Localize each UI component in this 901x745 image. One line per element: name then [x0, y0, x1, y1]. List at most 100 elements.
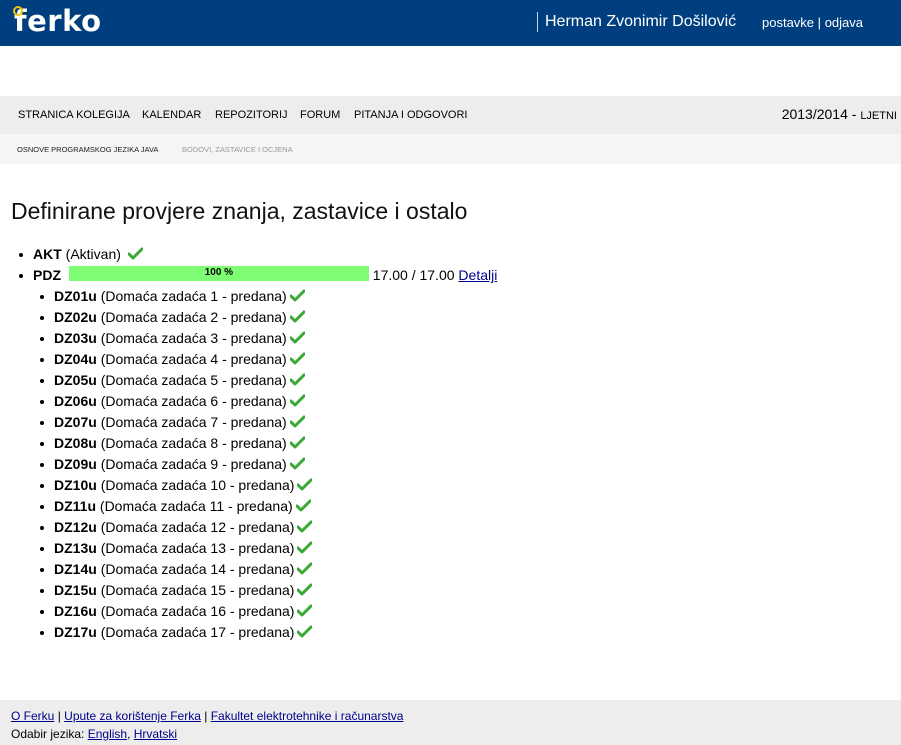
- check-icon: [127, 247, 143, 260]
- homework-item: DZ14u (Domaća zadaća 14 - predana): [40, 559, 313, 580]
- check-icon: [297, 604, 313, 617]
- homework-item: DZ10u (Domaća zadaća 10 - predana): [40, 475, 313, 496]
- nav-item-forum[interactable]: FORUM: [300, 109, 340, 122]
- user-name: Herman Zvonimir Došilović: [537, 12, 736, 32]
- footer: O Ferku | Upute za korištenje Ferka | Fa…: [0, 700, 901, 745]
- bullet-icon: [40, 295, 44, 299]
- homework-desc: (Domaća zadaća 15 - predana): [100, 582, 295, 598]
- homework-code: DZ15u: [54, 582, 97, 598]
- bullet-icon: [40, 379, 44, 383]
- progress-label: 100 %: [204, 267, 234, 278]
- breadcrumb: OSNOVE PROGRAMSKOG JEZIKA JAVA BODOVI, Z…: [0, 134, 901, 164]
- page-title: Definirane provjere znanja, zastavice i …: [11, 198, 468, 224]
- check-icon: [297, 520, 313, 533]
- homework-desc: (Domaća zadaća 9 - predana): [100, 456, 287, 472]
- item-desc: (Aktivan): [65, 246, 121, 262]
- nav-item-qa[interactable]: PITANJA I ODGOVORI: [354, 109, 467, 122]
- bullet-icon: [40, 547, 44, 551]
- bullet-icon: [40, 400, 44, 404]
- bullet-icon: [40, 421, 44, 425]
- homework-code: DZ09u: [54, 456, 97, 472]
- homework-desc: (Domaća zadaća 2 - predana): [100, 309, 287, 325]
- footer-separator: |: [57, 709, 61, 723]
- logout-link[interactable]: odjava: [825, 15, 863, 30]
- homework-code: DZ12u: [54, 519, 97, 535]
- check-icon: [289, 457, 305, 470]
- bullet-icon: [40, 484, 44, 488]
- nav-item-calendar[interactable]: KALENDAR: [142, 109, 201, 122]
- bullet-icon: [40, 316, 44, 320]
- homework-item: DZ12u (Domaća zadaća 12 - predana): [40, 517, 313, 538]
- check-icon: [289, 352, 305, 365]
- pdz-score: 17.00 / 17.00: [372, 267, 455, 283]
- breadcrumb-current: BODOVI, ZASTAVICE I OCJENA: [182, 145, 293, 154]
- homework-code: DZ13u: [54, 540, 97, 556]
- homework-desc: (Domaća zadaća 11 - predana): [99, 498, 293, 514]
- check-icon: [289, 310, 305, 323]
- homework-desc: (Domaća zadaća 5 - predana): [100, 372, 287, 388]
- header-links: postavke | odjava: [762, 15, 863, 31]
- item-code: AKT: [33, 246, 62, 262]
- footer-links: O Ferku | Upute za korištenje Ferka | Fa…: [11, 709, 403, 724]
- check-icon: [297, 478, 313, 491]
- homework-desc: (Domaća zadaća 1 - predana): [100, 288, 287, 304]
- bullet-icon: [19, 274, 23, 278]
- check-icon: [289, 373, 305, 386]
- language-english-link[interactable]: English: [88, 727, 127, 741]
- language-croatian-link[interactable]: Hrvatski: [134, 727, 177, 741]
- bullet-icon: [40, 526, 44, 530]
- homework-desc: (Domaća zadaća 17 - predana): [100, 624, 295, 640]
- homework-item: DZ02u (Domaća zadaća 2 - predana): [40, 307, 305, 328]
- homework-code: DZ01u: [54, 288, 97, 304]
- homework-code: DZ04u: [54, 351, 97, 367]
- term-year: 2013/2014 -: [781, 106, 857, 122]
- bullet-icon: [40, 463, 44, 467]
- footer-link-about[interactable]: O Ferku: [11, 709, 54, 723]
- details-link[interactable]: Detalji: [458, 267, 497, 283]
- settings-link[interactable]: postavke: [762, 15, 814, 30]
- homework-code: DZ06u: [54, 393, 97, 409]
- homework-item: DZ11u (Domaća zadaća 11 - predana): [40, 496, 311, 517]
- homework-item: DZ17u (Domaća zadaća 17 - predana): [40, 622, 313, 643]
- homework-item: DZ09u (Domaća zadaća 9 - predana): [40, 454, 305, 475]
- homework-item: DZ08u (Domaća zadaća 8 - predana): [40, 433, 305, 454]
- homework-code: DZ03u: [54, 330, 97, 346]
- logo-dot-icon: [13, 6, 23, 16]
- homework-desc: (Domaća zadaća 13 - predana): [100, 540, 295, 556]
- bullet-icon: [40, 568, 44, 572]
- nav-item-repository[interactable]: REPOZITORIJ: [215, 109, 288, 122]
- homework-item: DZ03u (Domaća zadaća 3 - predana): [40, 328, 305, 349]
- term-semester: LJETNI: [860, 110, 897, 122]
- footer-link-faculty[interactable]: Fakultet elektrotehnike i računarstva: [211, 709, 404, 723]
- footer-separator: |: [204, 709, 208, 723]
- homework-code: DZ05u: [54, 372, 97, 388]
- homework-desc: (Domaća zadaća 7 - predana): [100, 414, 287, 430]
- homework-code: DZ16u: [54, 603, 97, 619]
- ferko-logo[interactable]: ferko: [13, 3, 102, 39]
- homework-item: DZ04u (Domaća zadaća 4 - predana): [40, 349, 305, 370]
- homework-code: DZ07u: [54, 414, 97, 430]
- bullet-icon: [40, 358, 44, 362]
- check-icon: [297, 541, 313, 554]
- top-header: ferko Herman Zvonimir Došilović postavke…: [0, 0, 901, 46]
- check-icon: [297, 625, 313, 638]
- item-code: PDZ: [33, 267, 61, 283]
- check-icon: [289, 394, 305, 407]
- nav-item-course-page[interactable]: STRANICA KOLEGIJA: [18, 109, 130, 122]
- breadcrumb-course[interactable]: OSNOVE PROGRAMSKOG JEZIKA JAVA: [17, 145, 158, 154]
- bullet-icon: [40, 505, 44, 509]
- homework-item: DZ07u (Domaća zadaća 7 - predana): [40, 412, 305, 433]
- homework-code: DZ10u: [54, 477, 97, 493]
- check-icon: [295, 499, 311, 512]
- homework-code: DZ14u: [54, 561, 97, 577]
- homework-item: DZ16u (Domaća zadaća 16 - predana): [40, 601, 313, 622]
- homework-item: DZ01u (Domaća zadaća 1 - predana): [40, 286, 305, 307]
- footer-link-instructions[interactable]: Upute za korištenje Ferka: [64, 709, 201, 723]
- progress-bar: 100 %: [68, 266, 369, 281]
- language-label: Odabir jezika:: [11, 727, 85, 741]
- bullet-icon: [40, 442, 44, 446]
- homework-desc: (Domaća zadaća 4 - predana): [100, 351, 287, 367]
- language-separator: ,: [127, 727, 131, 741]
- bullet-icon: [40, 337, 44, 341]
- homework-code: DZ17u: [54, 624, 97, 640]
